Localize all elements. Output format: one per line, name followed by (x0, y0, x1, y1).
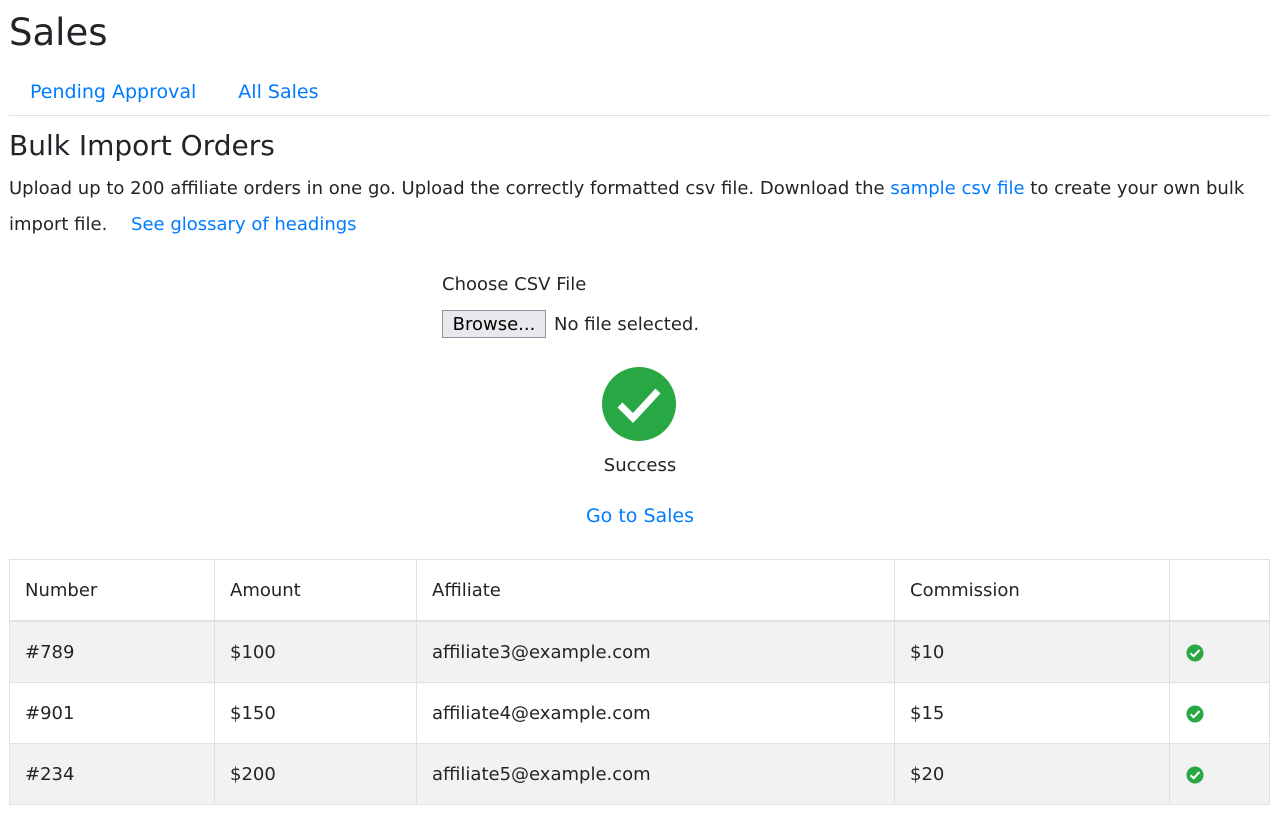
cell-affiliate: affiliate4@example.com (416, 682, 895, 744)
tab-pending-approval[interactable]: Pending Approval (9, 70, 217, 115)
sample-csv-link[interactable]: sample csv file (890, 178, 1024, 199)
cell-status (1169, 620, 1270, 683)
cell-number: #234 (9, 743, 215, 805)
page-title: Sales (9, 11, 108, 54)
cell-affiliate: affiliate5@example.com (416, 743, 895, 805)
cell-commission: $15 (894, 682, 1170, 744)
table-row: #789 $100 affiliate3@example.com $10 (9, 620, 1270, 683)
browse-button[interactable]: Browse... (442, 310, 546, 338)
cell-amount: $100 (214, 620, 417, 683)
cell-number: #901 (9, 682, 215, 744)
check-circle-icon (1186, 644, 1204, 661)
bulk-import-title: Bulk Import Orders (9, 129, 275, 162)
description-text-1: Upload up to 200 affiliate orders in one… (9, 178, 885, 199)
sales-page: Sales Pending Approval All Sales Bulk Im… (0, 0, 1278, 813)
check-circle-icon (1186, 766, 1204, 783)
tab-all-sales[interactable]: All Sales (217, 70, 339, 115)
bulk-import-description: Upload up to 200 affiliate orders in one… (9, 171, 1269, 243)
check-circle-icon (1186, 705, 1204, 722)
header-status (1169, 559, 1270, 622)
sales-tabs: Pending Approval All Sales (9, 70, 1270, 116)
cell-amount: $150 (214, 682, 417, 744)
cell-commission: $10 (894, 620, 1170, 683)
imported-orders-table: Number Amount Affiliate Commission #789 … (9, 559, 1270, 805)
file-status-text: No file selected. (554, 313, 700, 335)
success-status-text: Success (603, 455, 677, 476)
table-header-row: Number Amount Affiliate Commission (9, 559, 1270, 622)
cell-status (1169, 743, 1270, 805)
check-circle-icon (602, 367, 676, 441)
header-commission: Commission (894, 559, 1170, 622)
header-amount: Amount (214, 559, 417, 622)
cell-commission: $20 (894, 743, 1170, 805)
csv-upload-label: Choose CSV File (442, 274, 587, 295)
cell-affiliate: affiliate3@example.com (416, 620, 895, 683)
header-number: Number (9, 559, 215, 622)
go-to-sales-link[interactable]: Go to Sales (540, 502, 740, 530)
csv-upload-group: Choose CSV File Browse... No file select… (442, 268, 699, 338)
cell-number: #789 (9, 620, 215, 683)
table-row: #234 $200 affiliate5@example.com $20 (9, 743, 1270, 805)
cell-status (1169, 682, 1270, 744)
table-row: #901 $150 affiliate4@example.com $15 (9, 682, 1270, 744)
file-input: Browse... No file selected. (442, 310, 699, 338)
cell-amount: $200 (214, 743, 417, 805)
header-affiliate: Affiliate (416, 559, 895, 622)
glossary-link[interactable]: See glossary of headings (131, 214, 357, 235)
